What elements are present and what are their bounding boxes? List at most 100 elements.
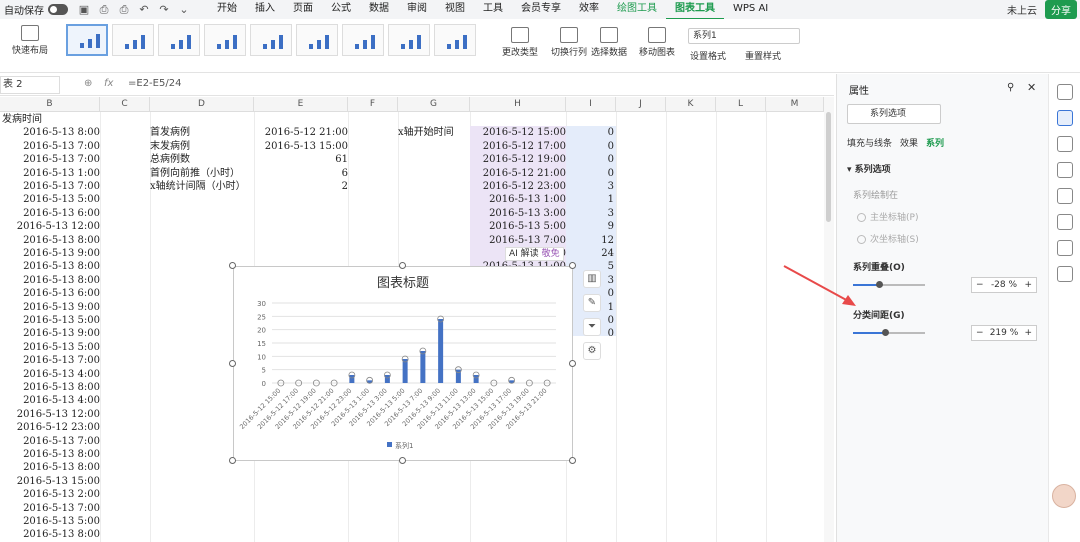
cell[interactable]: 2016-5-13 8:00 xyxy=(0,528,100,541)
menu-item[interactable]: WPS AI xyxy=(724,0,777,20)
overlap-spinner[interactable]: − -28 % + xyxy=(971,277,1037,293)
select-data-button[interactable]: 选择数据 xyxy=(590,27,628,58)
cell[interactable]: 2016-5-13 5:00 xyxy=(470,220,566,233)
cell[interactable]: 2016-5-13 7:00 xyxy=(0,140,100,153)
help-icon[interactable] xyxy=(1056,240,1073,256)
cloud-status[interactable]: 未上云 xyxy=(1007,2,1037,17)
cell[interactable]: 2016-5-13 8:00 xyxy=(0,381,100,394)
column-header[interactable]: C xyxy=(100,97,150,112)
cell[interactable]: 2 xyxy=(254,180,348,193)
redo-icon[interactable]: ↷ xyxy=(157,3,171,17)
cell[interactable]: 1 xyxy=(566,193,614,206)
pointer-icon[interactable] xyxy=(1056,84,1073,100)
cell[interactable]: 2016-5-13 7:00 xyxy=(0,180,100,193)
primary-axis-radio[interactable]: 主坐标轴(P) xyxy=(857,210,918,223)
move-chart-button[interactable]: 移动图表 xyxy=(638,27,676,58)
cell[interactable]: 2016-5-12 15:00 xyxy=(470,126,566,139)
series-options-dropdown[interactable]: 系列选项 xyxy=(847,104,941,124)
cell[interactable]: 2016-5-13 7:00 xyxy=(470,234,566,247)
chart-style-thumb[interactable] xyxy=(204,24,246,56)
cell[interactable]: 末发病例 xyxy=(150,140,254,153)
cell[interactable]: 2016-5-13 7:00 xyxy=(0,502,100,515)
cell[interactable]: 2016-5-13 4:00 xyxy=(0,394,100,407)
column-header[interactable]: M xyxy=(766,97,824,112)
cell[interactable]: x轴开始时间 xyxy=(398,126,470,139)
zoom-icon[interactable]: ⊕ xyxy=(84,78,92,89)
overlap-slider[interactable] xyxy=(853,281,925,288)
cell[interactable]: 2016-5-13 1:00 xyxy=(470,193,566,206)
cell[interactable]: 2016-5-13 6:00 xyxy=(0,287,100,300)
chart-filter-icon[interactable]: ⏷ xyxy=(583,318,601,336)
column-header[interactable]: E xyxy=(254,97,348,112)
menu-item[interactable]: 效率 xyxy=(570,0,608,20)
fx-icon[interactable]: fx xyxy=(104,78,113,89)
cell[interactable]: 2016-5-13 9:00 xyxy=(0,247,100,260)
column-header[interactable]: F xyxy=(348,97,398,112)
chart-elements-icon[interactable]: ▥ xyxy=(583,270,601,288)
cell[interactable]: 2016-5-13 12:00 xyxy=(0,408,100,421)
formula-input[interactable]: =E2-E5/24 xyxy=(128,78,181,89)
chart-style-thumb[interactable] xyxy=(112,24,154,56)
column-header[interactable]: H xyxy=(470,97,566,112)
resize-handle-l[interactable] xyxy=(229,360,236,367)
pin-icon[interactable]: ⚲ xyxy=(1007,82,1014,93)
cell[interactable]: 发病时间 xyxy=(2,113,100,126)
cell[interactable]: 2016-5-13 8:00 xyxy=(0,234,100,247)
menu-item[interactable]: 会员专享 xyxy=(512,0,570,20)
print-icon[interactable]: ⎙ xyxy=(117,3,131,17)
set-format-button[interactable]: 设置格式 xyxy=(690,49,740,62)
chart-style-thumb[interactable] xyxy=(434,24,476,56)
chart-style-brush-icon[interactable]: ✎ xyxy=(583,294,601,312)
save-icon[interactable]: ▣ xyxy=(77,3,91,17)
menu-item[interactable]: 插入 xyxy=(246,0,284,20)
cell[interactable]: 总病例数 xyxy=(150,153,254,166)
change-type-button[interactable]: 更改类型 xyxy=(502,27,538,58)
cell[interactable]: 0 xyxy=(566,167,614,180)
vertical-scrollbar[interactable] xyxy=(824,97,834,542)
cell[interactable]: 首发病例 xyxy=(150,126,254,139)
table-tools-icon[interactable] xyxy=(1056,188,1073,204)
cell[interactable]: 61 xyxy=(254,153,348,166)
cell[interactable]: 2016-5-13 2:00 xyxy=(0,488,100,501)
cell[interactable]: 2016-5-13 8:00 xyxy=(0,461,100,474)
resize-handle-r[interactable] xyxy=(569,360,576,367)
cell[interactable]: 2016-5-13 8:00 xyxy=(0,260,100,273)
series-options-section[interactable]: ▾ 系列选项 xyxy=(847,162,891,175)
cell[interactable]: 12 xyxy=(566,234,614,247)
cell[interactable]: 3 xyxy=(566,207,614,220)
menu-item[interactable]: 开始 xyxy=(208,0,246,20)
menu-item[interactable]: 绘图工具 xyxy=(608,0,666,20)
series-select[interactable]: 系列1 xyxy=(688,28,800,44)
chart-style-thumb[interactable] xyxy=(388,24,430,56)
resize-handle-br[interactable] xyxy=(569,457,576,464)
cell[interactable]: x轴统计间隔（小时） xyxy=(150,180,254,193)
chart-style-thumb[interactable] xyxy=(66,24,108,56)
cell[interactable]: 0 xyxy=(566,126,614,139)
cell[interactable]: 2016-5-13 5:00 xyxy=(0,193,100,206)
column-header[interactable]: K xyxy=(666,97,716,112)
magic-icon[interactable] xyxy=(1056,162,1073,178)
cell[interactable]: 0 xyxy=(566,140,614,153)
cell[interactable]: 2016-5-13 5:00 xyxy=(0,314,100,327)
column-header[interactable]: B xyxy=(0,97,100,112)
menu-item[interactable]: 审阅 xyxy=(398,0,436,20)
cell[interactable]: 2016-5-13 12:00 xyxy=(0,220,100,233)
close-icon[interactable]: ✕ xyxy=(1027,81,1036,94)
menu-item[interactable]: 工具 xyxy=(474,0,512,20)
undo-icon[interactable]: ↶ xyxy=(137,3,151,17)
cell[interactable]: 2016-5-12 21:00 xyxy=(254,126,348,139)
cell[interactable]: 3 xyxy=(566,180,614,193)
cell[interactable]: 2016-5-13 8:00 xyxy=(0,274,100,287)
menu-item[interactable]: 视图 xyxy=(436,0,474,20)
cell[interactable]: 2016-5-13 8:00 xyxy=(0,126,100,139)
cell[interactable]: 9 xyxy=(566,220,614,233)
resize-handle-tr[interactable] xyxy=(569,262,576,269)
menu-item[interactable]: 公式 xyxy=(322,0,360,20)
menu-item[interactable]: 页面 xyxy=(284,0,322,20)
cell[interactable]: 2016-5-13 5:00 xyxy=(0,515,100,528)
switch-rowcol-button[interactable]: 切换行列 xyxy=(550,27,588,58)
properties-icon[interactable] xyxy=(1056,110,1073,126)
reset-style-button[interactable]: 重置样式 xyxy=(745,49,797,62)
resize-handle-bl[interactable] xyxy=(229,457,236,464)
share-button[interactable]: 分享 xyxy=(1045,0,1077,19)
